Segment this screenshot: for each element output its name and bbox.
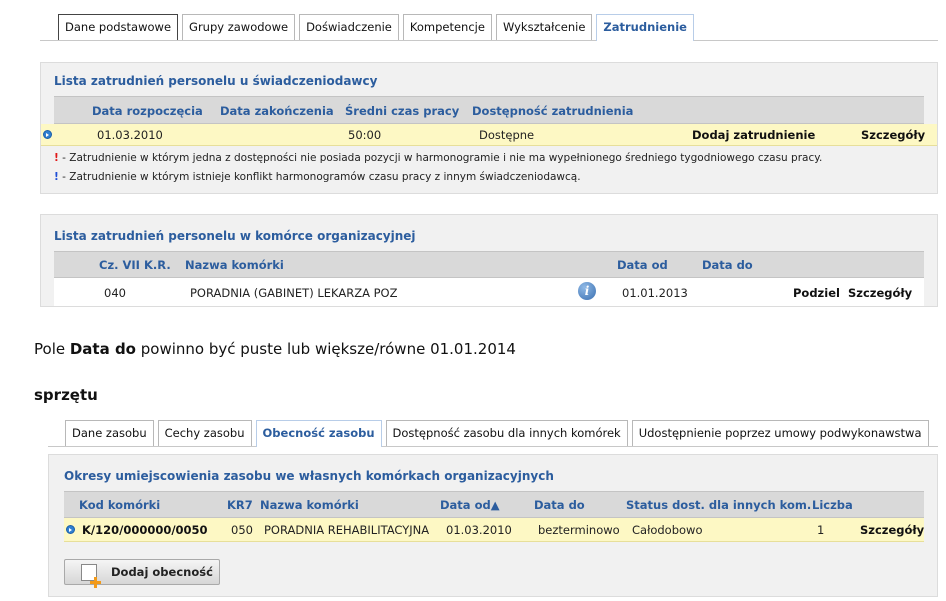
row-availability: Dostępne bbox=[479, 128, 535, 142]
add-presence-button[interactable]: Dodaj obecność bbox=[64, 559, 220, 588]
employee-tab-bar: Dane podstawowe Grupy zawodowe Doświadcz… bbox=[40, 14, 938, 41]
col-data-do[interactable]: Data do bbox=[702, 258, 753, 272]
col-liczba[interactable]: Liczba bbox=[812, 498, 853, 512]
row-cell-name: PORADNIA REHABILITACYJNA bbox=[264, 523, 430, 537]
details-link[interactable]: Szczegóły bbox=[860, 523, 924, 537]
add-document-icon bbox=[81, 564, 101, 588]
resource-panel-title: Okresy umiejscowienia zasobu we własnych… bbox=[64, 469, 554, 483]
col-data-od-sorted[interactable]: Data od▲ bbox=[440, 498, 500, 512]
validation-note: Pole Data do powinno być puste lub więks… bbox=[34, 340, 516, 358]
col-dostepnosc-zatrudnienia[interactable]: Dostępność zatrudnienia bbox=[472, 104, 633, 118]
col-data-zakonczenia[interactable]: Data zakończenia bbox=[220, 104, 334, 118]
row-date-to: bezterminowo bbox=[538, 523, 620, 537]
col-sredni-czas-pracy[interactable]: Średni czas pracy bbox=[345, 104, 459, 118]
table-row[interactable]: 040 PORADNIA (GABINET) LEKARZA POZ i 01.… bbox=[54, 278, 924, 306]
cell-employment-panel: Lista zatrudnień personelu w komórce org… bbox=[40, 214, 938, 307]
expand-arrow-icon[interactable] bbox=[66, 525, 75, 534]
cell-panel-title: Lista zatrudnień personelu w komórce org… bbox=[54, 229, 416, 243]
note-field-name: Data do bbox=[69, 340, 136, 358]
add-presence-label: Dodaj obecność bbox=[111, 565, 213, 579]
resource-table-header: Kod komórki KR7 Nazwa komórki Data od▲ D… bbox=[64, 491, 924, 518]
tab-doswiadczenie[interactable]: Doświadczenie bbox=[299, 14, 399, 40]
row-cell-code: 040 bbox=[104, 286, 126, 300]
add-employment-link[interactable]: Dodaj zatrudnienie bbox=[692, 128, 815, 142]
tab-obecnosc-zasobu[interactable]: Obecność zasobu bbox=[255, 420, 382, 447]
col-status-dost[interactable]: Status dost. dla innych kom. bbox=[626, 498, 811, 512]
row-date-from: 01.03.2010 bbox=[446, 523, 512, 537]
tab-dane-zasobu[interactable]: Dane zasobu bbox=[65, 420, 154, 446]
provider-table-header: Data rozpoczęcia Data zakończenia Średni… bbox=[54, 96, 924, 124]
split-link[interactable]: Podziel bbox=[793, 286, 840, 300]
tab-wyksztalcenie[interactable]: Wykształcenie bbox=[495, 14, 593, 40]
row-count: 1 bbox=[817, 523, 825, 537]
provider-employment-panel: Lista zatrudnień personelu u świadczenio… bbox=[40, 62, 938, 194]
tab-dostepnosc-zasobu[interactable]: Dostępność zasobu dla innych komórek bbox=[385, 420, 628, 446]
tab-dane-podstawowe[interactable]: Dane podstawowe bbox=[58, 14, 179, 40]
legend-missing-schedule: ! - Zatrudnienie w którym jedna z dostęp… bbox=[54, 152, 823, 164]
row-avg-time: 50:00 bbox=[348, 128, 382, 142]
row-date-from: 01.01.2013 bbox=[622, 286, 688, 300]
table-row[interactable]: K/120/000000/0050 050 PORADNIA REHABILIT… bbox=[64, 518, 924, 542]
tab-grupy-zawodowe[interactable]: Grupy zawodowe bbox=[182, 14, 296, 40]
tab-kompetencje[interactable]: Kompetencje bbox=[402, 14, 492, 40]
row-kr7: 050 bbox=[231, 523, 253, 537]
col-data-od[interactable]: Data od bbox=[617, 258, 668, 272]
table-row[interactable]: 01.03.2010 50:00 Dostępne Dodaj zatrudni… bbox=[41, 124, 937, 146]
col-cz-vii-kr[interactable]: Cz. VII K.R. bbox=[99, 258, 171, 272]
tab-zatrudnienie[interactable]: Zatrudnienie bbox=[596, 14, 694, 41]
cell-table-header: Cz. VII K.R. Nazwa komórki Data od Data … bbox=[54, 251, 924, 278]
expand-arrow-icon[interactable] bbox=[43, 130, 52, 139]
row-cell-name: PORADNIA (GABINET) LEKARZA POZ bbox=[190, 286, 398, 300]
details-link[interactable]: Szczegóły bbox=[848, 286, 912, 300]
col-data-do[interactable]: Data do bbox=[534, 498, 585, 512]
col-kr7[interactable]: KR7 bbox=[227, 498, 253, 512]
col-nazwa-komorki[interactable]: Nazwa komórki bbox=[260, 498, 359, 512]
col-data-rozpoczecia[interactable]: Data rozpoczęcia bbox=[92, 104, 203, 118]
tab-cechy-zasobu[interactable]: Cechy zasobu bbox=[157, 420, 252, 446]
section-heading: sprzętu bbox=[34, 386, 98, 404]
details-link[interactable]: Szczegóły bbox=[861, 128, 925, 142]
provider-panel-title: Lista zatrudnień personelu u świadczenio… bbox=[54, 74, 378, 88]
col-nazwa-komorki[interactable]: Nazwa komórki bbox=[185, 258, 284, 272]
row-cell-code: K/120/000000/0050 bbox=[82, 523, 208, 537]
row-status: Całodobowo bbox=[632, 523, 703, 537]
info-icon[interactable]: i bbox=[578, 282, 596, 300]
resource-tab-bar: Dane zasobu Cechy zasobu Obecność zasobu… bbox=[48, 420, 938, 447]
legend-schedule-conflict: ! - Zatrudnienie w którym istnieje konfl… bbox=[54, 171, 581, 183]
tab-udostepnienie[interactable]: Udostępnienie poprzez umowy podwykonawst… bbox=[631, 420, 929, 446]
col-kod-komorki[interactable]: Kod komórki bbox=[79, 498, 160, 512]
row-start-date: 01.03.2010 bbox=[97, 128, 163, 142]
